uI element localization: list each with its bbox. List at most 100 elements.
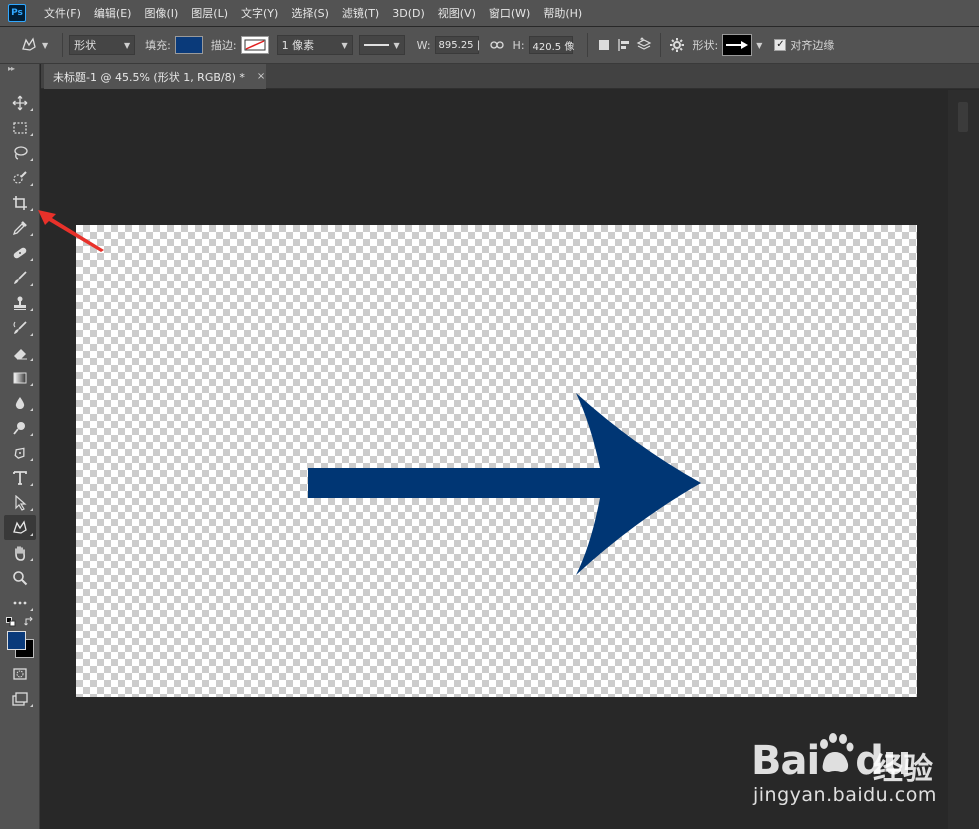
shape-label: 形状: — [692, 39, 719, 52]
lasso-tool[interactable] — [4, 140, 36, 165]
dodge-icon — [13, 421, 25, 435]
link-dimensions-button[interactable] — [487, 35, 507, 55]
screen-mode-button[interactable] — [4, 686, 36, 711]
menu-image[interactable]: 图像(I) — [144, 5, 178, 21]
scrollbar-thumb[interactable] — [958, 102, 968, 132]
path-operations-icon — [598, 40, 609, 50]
bandage-icon — [13, 247, 27, 258]
more-dots-icon — [13, 601, 27, 604]
photoshop-logo-icon: Ps — [8, 4, 26, 22]
stroke-line-preview — [363, 44, 390, 46]
brush-tool[interactable] — [4, 265, 36, 290]
rectangle-marquee-icon — [13, 121, 27, 134]
path-selection-tool[interactable] — [4, 490, 36, 515]
menu-type[interactable]: 文字(Y) — [241, 5, 278, 21]
menu-filter[interactable]: 滤镜(T) — [342, 5, 379, 21]
width-input[interactable]: 895.25 | — [434, 36, 480, 54]
stroke-label: 描边: — [210, 39, 237, 52]
shape-picker[interactable] — [722, 34, 753, 56]
tools-panel: ▸▸ — [0, 64, 40, 829]
lasso-icon — [14, 145, 28, 160]
collapse-panel-icon[interactable]: ▸▸ — [0, 64, 39, 76]
stroke-color-swatch[interactable] — [240, 36, 269, 54]
baidu-jingyan-watermark: Bai du 经验 jingyan.baidu.com — [745, 720, 945, 815]
custom-shape-tool[interactable] — [4, 515, 36, 540]
arrow-shape[interactable] — [308, 393, 701, 575]
type-tool[interactable] — [4, 465, 36, 490]
stroke-width-select[interactable]: 1 像素 ▼ — [276, 35, 353, 55]
menu-edit[interactable]: 编辑(E) — [94, 5, 132, 21]
gear-icon — [669, 38, 684, 52]
foreground-color-swatch[interactable] — [7, 631, 26, 650]
stack-layers-icon — [636, 37, 651, 50]
align-edges-checkbox[interactable]: ✓ — [774, 39, 787, 51]
water-drop-icon — [15, 396, 25, 409]
chevron-down-icon: ▼ — [341, 40, 348, 50]
pointer-arrow-icon — [15, 494, 27, 511]
pen-tool[interactable] — [4, 440, 36, 465]
menu-layer[interactable]: 图层(L) — [191, 5, 228, 21]
move-tool[interactable] — [4, 90, 36, 115]
annotation-arrow-icon — [38, 210, 104, 252]
magnifier-icon — [13, 570, 28, 585]
options-bar: ▼ 形状 ▼ 填充: 描边: 1 像素 ▼ ▼ W: 895.25 | H: 4… — [0, 27, 979, 64]
gradient-icon — [13, 372, 27, 383]
move-icon — [12, 95, 28, 110]
document-tab-title: 未标题-1 @ 45.5% (形状 1, RGB/8) * — [53, 70, 245, 84]
settings-button[interactable] — [667, 35, 687, 55]
eyedropper-tool[interactable] — [4, 215, 36, 240]
zoom-tool[interactable] — [4, 565, 36, 590]
vertical-scrollbar[interactable] — [948, 90, 979, 829]
chevron-down-icon[interactable]: ▼ — [756, 41, 762, 50]
align-edges-toggle[interactable]: ✓ 对齐边缘 — [774, 37, 834, 53]
menu-bar: Ps 文件(F) 编辑(E) 图像(I) 图层(L) 文字(Y) 选择(S) 滤… — [0, 0, 979, 26]
menu-window[interactable]: 窗口(W) — [489, 5, 530, 21]
path-arrangement-button[interactable] — [634, 35, 654, 55]
fill-label: 填充: — [145, 39, 171, 52]
menu-3d[interactable]: 3D(D) — [392, 7, 425, 20]
default-colors-icon[interactable] — [6, 617, 16, 627]
swap-colors-icon[interactable] — [24, 616, 35, 627]
blur-tool[interactable] — [4, 390, 36, 415]
tool-preset-picker[interactable]: ▼ — [20, 37, 48, 53]
healing-brush-tool[interactable] — [4, 240, 36, 265]
document-canvas[interactable] — [76, 225, 917, 697]
close-icon[interactable]: × — [257, 71, 265, 82]
document-tabs: 未标题-1 @ 45.5% (形状 1, RGB/8) * × — [41, 64, 979, 89]
quick-selection-tool[interactable] — [4, 165, 36, 190]
hand-icon — [15, 545, 25, 561]
document-tab[interactable]: 未标题-1 @ 45.5% (形状 1, RGB/8) * × — [44, 64, 266, 89]
color-swatches — [0, 615, 40, 661]
quick-selection-icon — [13, 170, 27, 184]
path-alignment-button[interactable] — [614, 35, 634, 55]
eraser-tool[interactable] — [4, 340, 36, 365]
dodge-tool[interactable] — [4, 415, 36, 440]
eraser-icon — [14, 348, 27, 359]
menu-help[interactable]: 帮助(H) — [543, 5, 582, 21]
gradient-tool[interactable] — [4, 365, 36, 390]
link-icon — [489, 41, 504, 49]
clone-stamp-tool[interactable] — [4, 290, 36, 315]
chevron-down-icon: ▼ — [393, 40, 400, 50]
arrow-shape-icon — [726, 41, 749, 49]
hand-tool[interactable] — [4, 540, 36, 565]
path-operations-button[interactable] — [594, 35, 614, 55]
crop-tool[interactable] — [4, 190, 36, 215]
history-brush-tool[interactable] — [4, 315, 36, 340]
menu-view[interactable]: 视图(V) — [438, 5, 476, 21]
marquee-tool[interactable] — [4, 115, 36, 140]
height-label: H: — [512, 38, 525, 52]
menu-file[interactable]: 文件(F) — [44, 5, 81, 21]
height-input[interactable]: 420.5 像 — [528, 36, 574, 54]
brush-icon — [14, 270, 27, 284]
stroke-type-select[interactable]: ▼ — [358, 35, 405, 55]
pen-icon — [14, 447, 25, 459]
tool-mode-select[interactable]: 形状 ▼ — [69, 35, 136, 55]
quick-mask-button[interactable] — [4, 661, 36, 686]
screen-mode-icon — [12, 691, 28, 706]
fill-color-swatch[interactable] — [174, 36, 203, 54]
align-left-icon — [617, 39, 629, 51]
menu-select[interactable]: 选择(S) — [291, 5, 329, 21]
align-edges-label: 对齐边缘 — [790, 39, 835, 52]
edit-toolbar-button[interactable] — [4, 590, 36, 615]
